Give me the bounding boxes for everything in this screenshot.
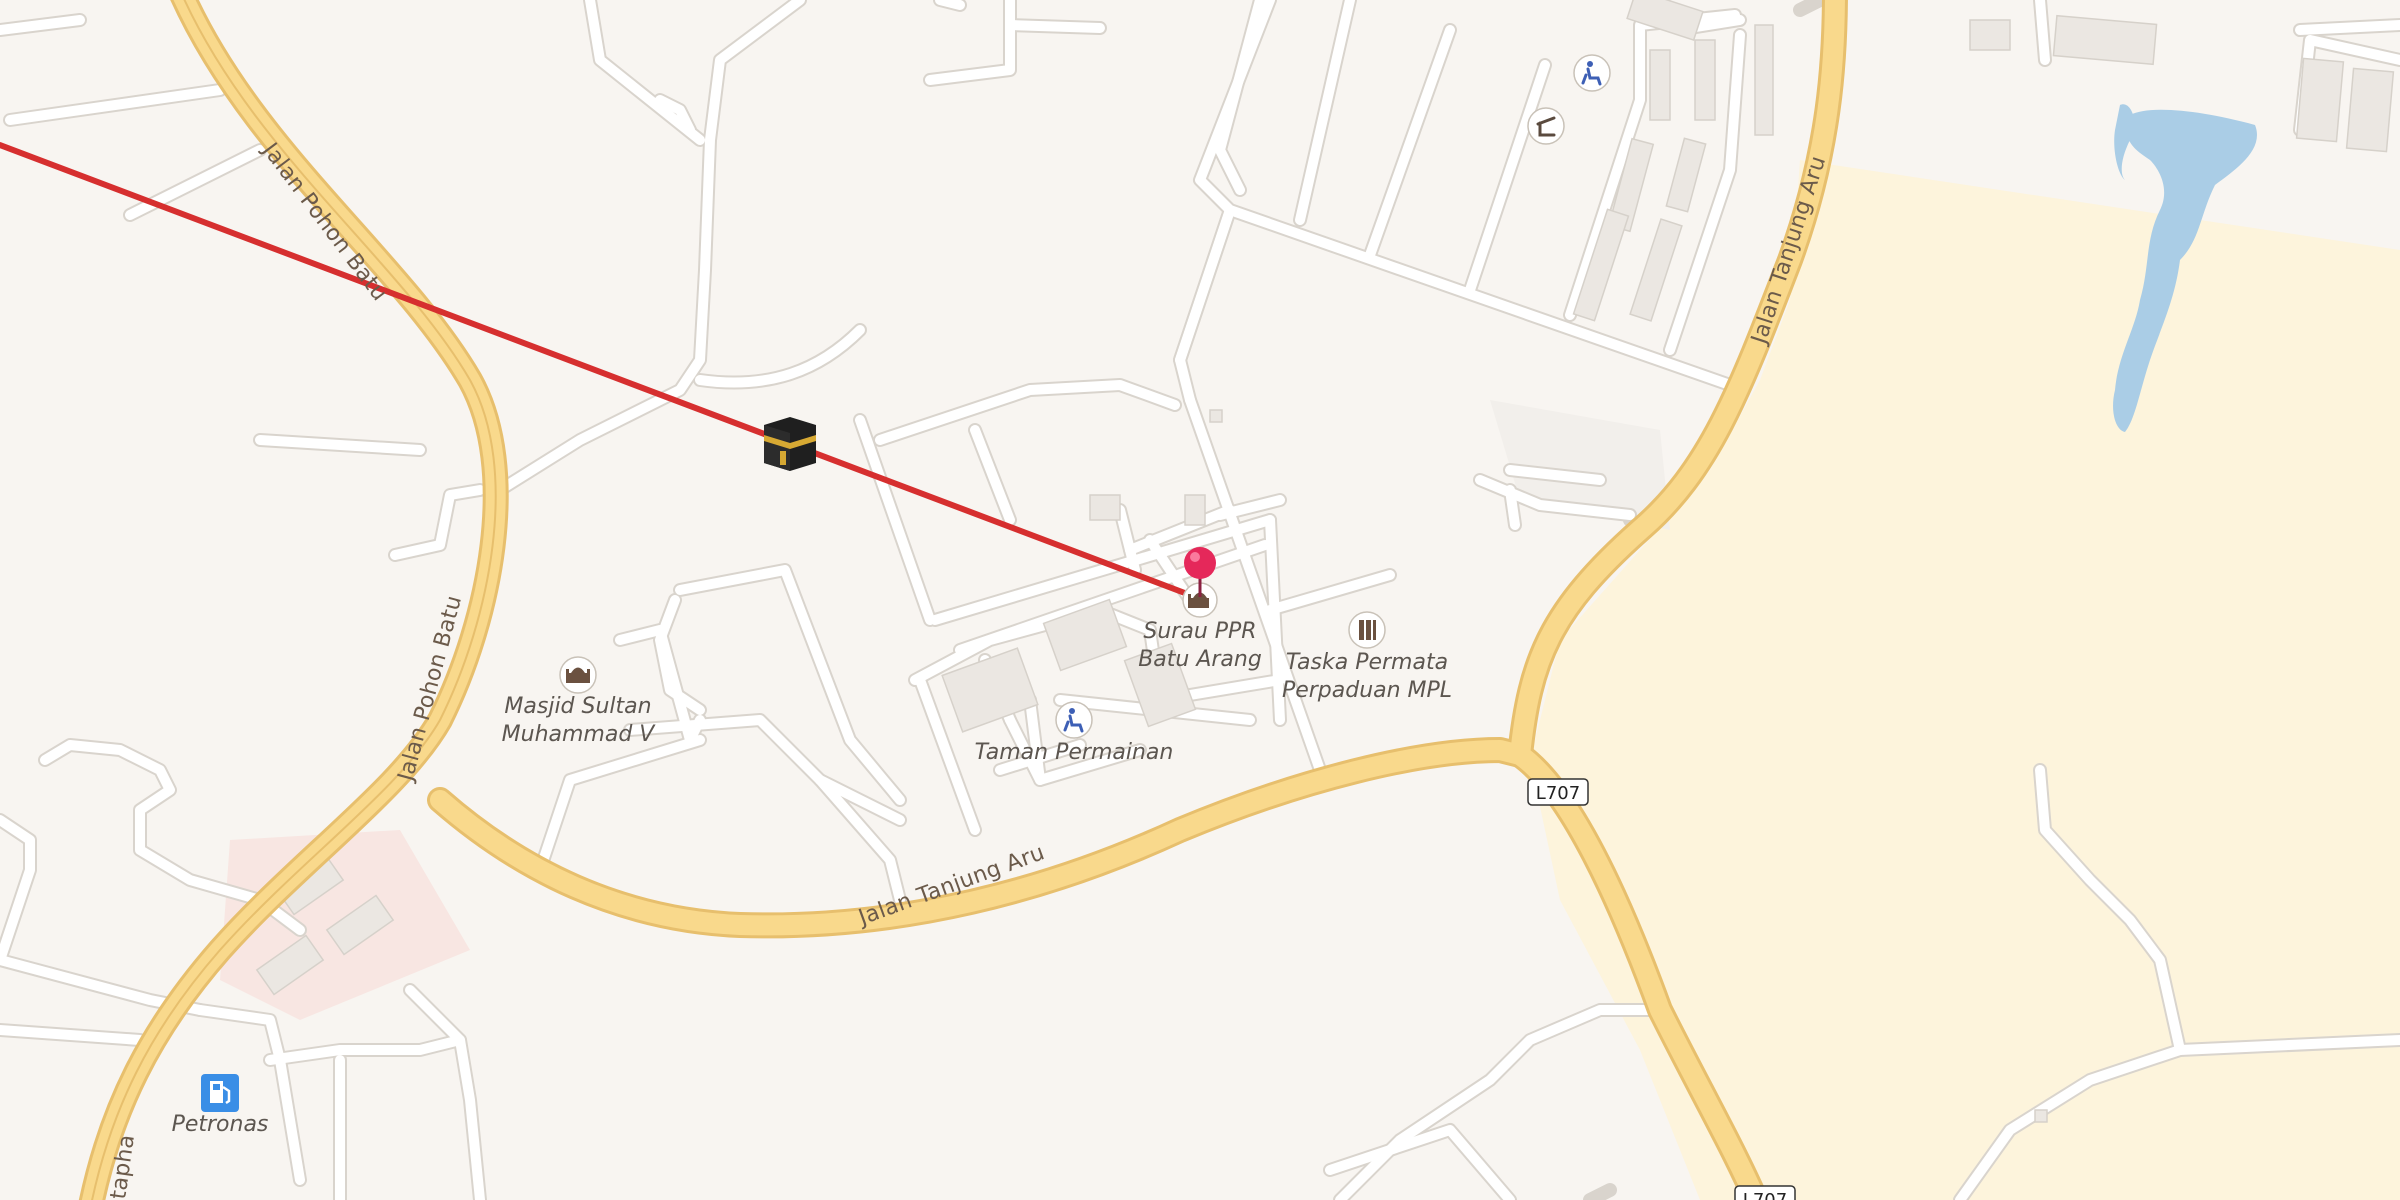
poi-label-taman: Taman Permainan [975, 740, 1174, 765]
poi-label-masjid-line1: Masjid Sultan [504, 694, 651, 719]
poi-label-surau-line2: Batu Arang [1138, 647, 1262, 672]
poi-label-masjid-line2: Muhammad V [502, 722, 657, 747]
fuel-station-icon [201, 1074, 239, 1112]
route-shield-l707-b: L707 [1734, 1185, 1796, 1200]
shelter-icon[interactable] [1527, 107, 1565, 145]
playground-icon[interactable] [1573, 54, 1611, 92]
poi-label-petronas: Petronas [172, 1112, 269, 1137]
poi-label-taska-line2: Perpaduan MPL [1282, 678, 1452, 703]
school-icon [1348, 611, 1386, 649]
kaaba-icon[interactable] [764, 417, 816, 471]
poi-label-surau-line1: Surau PPR [1143, 619, 1256, 644]
poi-label-taska-line1: Taska Permata [1286, 650, 1448, 675]
playground-icon [1055, 701, 1093, 739]
svg-text:L707: L707 [1536, 783, 1580, 804]
mosque-icon [559, 656, 597, 694]
svg-text:L707: L707 [1743, 1190, 1787, 1200]
route-shield-l707-a: L707 [1527, 778, 1589, 806]
map-canvas[interactable]: Jalan Pohon Batu Jalan Pohon Batu Jalan … [0, 0, 2400, 1200]
